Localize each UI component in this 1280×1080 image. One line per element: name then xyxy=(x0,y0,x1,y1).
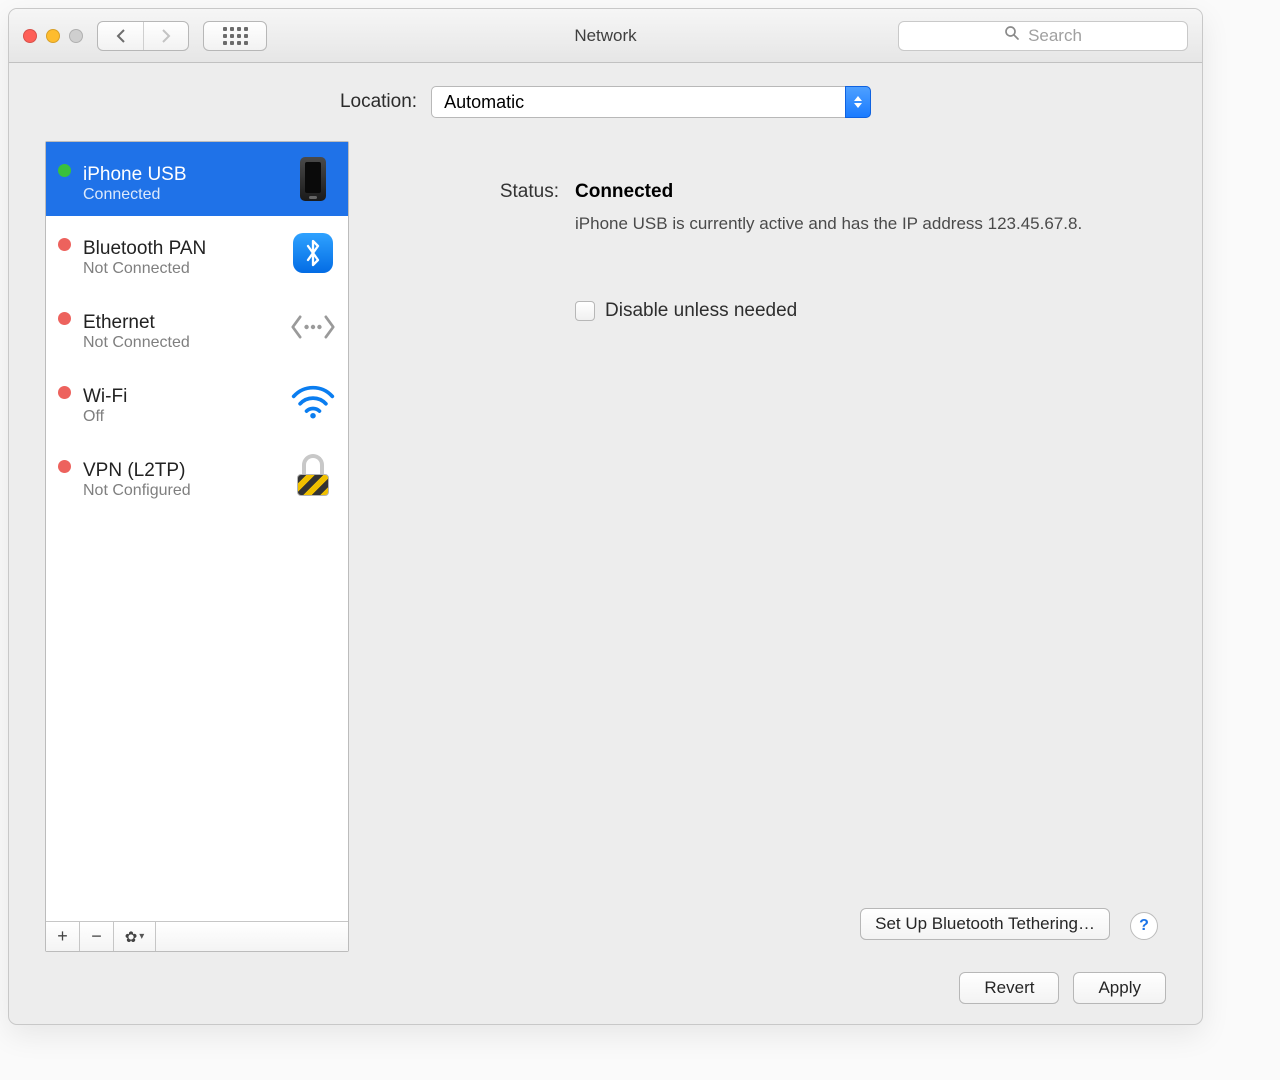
interface-row-ethernet[interactable]: Ethernet Not Connected xyxy=(46,290,348,364)
search-field[interactable]: Search xyxy=(898,21,1188,51)
network-prefs-window: Network Search Location: Automatic iPhon… xyxy=(8,8,1203,1025)
zoom-window-button[interactable] xyxy=(69,29,83,43)
interface-name: Bluetooth PAN xyxy=(83,238,278,260)
interface-name: VPN (L2TP) xyxy=(83,460,278,482)
interface-row-bluetooth-pan[interactable]: Bluetooth PAN Not Connected xyxy=(46,216,348,290)
status-dot-disconnected-icon xyxy=(58,386,71,399)
search-placeholder: Search xyxy=(1028,26,1082,46)
location-label: Location: xyxy=(340,91,417,113)
interface-row-wifi[interactable]: Wi-Fi Off xyxy=(46,364,348,438)
back-button[interactable] xyxy=(98,22,143,50)
chevron-down-icon: ▾ xyxy=(139,931,144,942)
interface-status: Off xyxy=(83,408,278,426)
interfaces-sidebar: iPhone USB Connected Bluetooth PAN Not C… xyxy=(45,141,349,952)
bottom-buttons: Revert Apply xyxy=(9,952,1202,1024)
status-dot-connected-icon xyxy=(58,164,71,177)
interfaces-list: iPhone USB Connected Bluetooth PAN Not C… xyxy=(46,142,348,921)
status-value: Connected xyxy=(575,181,1166,203)
interface-name: Wi-Fi xyxy=(83,386,278,408)
vpn-lock-icon xyxy=(290,452,336,498)
disable-unless-needed-checkbox[interactable] xyxy=(575,301,595,321)
interface-status: Not Connected xyxy=(83,334,278,352)
status-dot-disconnected-icon xyxy=(58,312,71,325)
location-row: Location: Automatic xyxy=(9,63,1202,141)
interface-status: Connected xyxy=(83,186,278,204)
location-value: Automatic xyxy=(444,92,524,113)
help-button[interactable]: ? xyxy=(1130,912,1158,940)
search-icon xyxy=(1004,25,1020,46)
minimize-window-button[interactable] xyxy=(46,29,60,43)
remove-interface-button[interactable]: − xyxy=(80,922,114,951)
interface-actions-button[interactable]: ✿ ▾ xyxy=(114,922,156,951)
main-area: iPhone USB Connected Bluetooth PAN Not C… xyxy=(9,141,1202,952)
show-all-button[interactable] xyxy=(203,21,267,51)
revert-button[interactable]: Revert xyxy=(959,972,1059,1004)
bluetooth-icon xyxy=(290,230,336,276)
close-window-button[interactable] xyxy=(23,29,37,43)
grid-icon xyxy=(223,27,248,45)
status-dot-disconnected-icon xyxy=(58,460,71,473)
interface-status: Not Connected xyxy=(83,260,278,278)
forward-button[interactable] xyxy=(143,22,188,50)
location-select[interactable]: Automatic xyxy=(431,86,871,118)
interface-name: iPhone USB xyxy=(83,164,278,186)
select-stepper-icon xyxy=(845,86,871,118)
status-description: iPhone USB is currently active and has t… xyxy=(575,211,1095,236)
interface-name: Ethernet xyxy=(83,312,278,334)
status-dot-disconnected-icon xyxy=(58,238,71,251)
ethernet-icon xyxy=(290,304,336,350)
wifi-icon xyxy=(290,378,336,424)
setup-bluetooth-tethering-button[interactable]: Set Up Bluetooth Tethering… xyxy=(860,908,1110,940)
sidebar-footer: + − ✿ ▾ xyxy=(46,921,348,951)
titlebar: Network Search xyxy=(9,9,1202,63)
nav-back-forward xyxy=(97,21,189,51)
detail-panel: Status: Connected iPhone USB is currentl… xyxy=(369,141,1166,952)
window-controls xyxy=(23,29,83,43)
disable-unless-needed-label: Disable unless needed xyxy=(605,300,797,322)
iphone-icon xyxy=(290,156,336,202)
interface-row-vpn[interactable]: VPN (L2TP) Not Configured xyxy=(46,438,348,512)
status-label: Status: xyxy=(369,181,559,203)
interface-row-iphone-usb[interactable]: iPhone USB Connected xyxy=(46,142,348,216)
add-interface-button[interactable]: + xyxy=(46,922,80,951)
gear-icon: ✿ xyxy=(125,928,138,946)
apply-button[interactable]: Apply xyxy=(1073,972,1166,1004)
interface-status: Not Configured xyxy=(83,482,278,500)
